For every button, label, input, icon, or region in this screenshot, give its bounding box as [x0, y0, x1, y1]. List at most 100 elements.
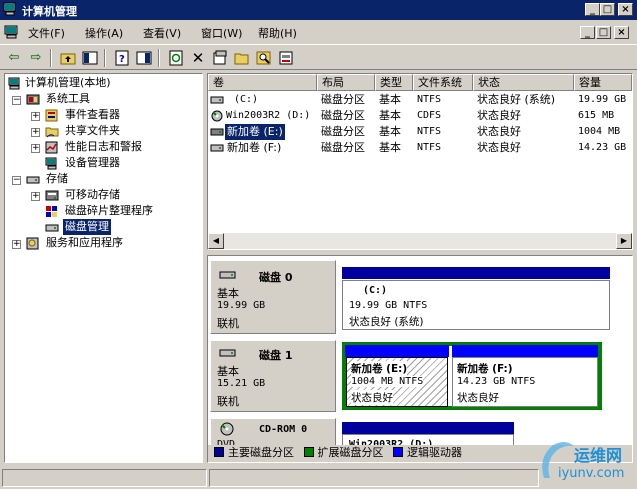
status-panel [209, 469, 539, 487]
open-folder-icon[interactable] [234, 50, 250, 66]
cell-capacity: 1004 MB [578, 126, 621, 137]
event-viewer-icon [45, 109, 58, 122]
cell-type: 基本 [379, 125, 401, 138]
cell-capacity: 14.23 GB [578, 142, 627, 153]
collapse-system-tools-toggle[interactable]: − [12, 96, 21, 105]
menu-help[interactable]: 帮助(H) [258, 25, 297, 41]
mmc-window-icon[interactable] [4, 24, 20, 40]
cell-layout: 磁盘分区 [321, 93, 365, 106]
forward-arrow-icon[interactable]: ⇨ [28, 50, 44, 66]
system-tools-icon [26, 94, 40, 105]
console-tree[interactable]: 计算机管理(本地) − 系统工具 + 事件查看器 + 共享文件夹 + 性能日志和… [4, 73, 203, 463]
search-icon[interactable] [256, 50, 272, 66]
menu-action[interactable]: 操作(A) [85, 25, 123, 41]
up-folder-icon[interactable] [60, 50, 76, 66]
menu-file[interactable]: 文件(F) [28, 25, 65, 41]
volume-status: 状态良好 [351, 390, 393, 405]
volume-name: 新加卷 (F:) [457, 363, 513, 375]
tree-root[interactable]: 计算机管理(本地) [25, 75, 111, 91]
watermark-url: iyunv.com [558, 466, 625, 481]
properties-icon[interactable] [212, 50, 228, 66]
column-header-volume[interactable]: 卷 [208, 74, 317, 91]
cell-filesystem: NTFS [417, 94, 442, 105]
legend-extended: 扩展磁盘分区 [298, 446, 384, 459]
primary-partition-bar [342, 267, 610, 279]
cell-type: 基本 [379, 93, 401, 106]
hard-disk-icon [219, 271, 236, 279]
column-header-type[interactable]: 类型 [375, 74, 413, 91]
volume-e[interactable]: 新加卷 (E:) 1004 MB NTFS 状态良好 [346, 357, 448, 407]
toolbar-separator [104, 49, 106, 67]
cell-status: 状态良好 [477, 125, 521, 138]
window-title: 计算机管理 [22, 5, 77, 18]
legend-label: 逻辑驱动器 [407, 446, 462, 459]
tree-item-device-manager[interactable]: 设备管理器 [65, 155, 120, 171]
disk-wizard-icon[interactable] [278, 50, 294, 66]
volume-list[interactable]: 卷 布局 类型 文件系统 状态 容量 (C:) 磁盘分区 基本 NTFS 状态良… [207, 73, 633, 250]
menu-view[interactable]: 查看(V) [143, 25, 181, 41]
volume-detail: 19.99 GB NTFS [349, 300, 428, 311]
column-header-capacity[interactable]: 容量 [574, 74, 632, 91]
back-arrow-icon[interactable]: ⇦ [6, 50, 22, 66]
delete-icon[interactable]: ✕ [190, 50, 206, 66]
drive-icon [210, 128, 224, 136]
disk-0-info[interactable]: 磁盘 0 基本 19.99 GB 联机 [210, 260, 336, 334]
disk-1-info[interactable]: 磁盘 1 基本 15.21 GB 联机 [210, 340, 336, 412]
expand-event-viewer-toggle[interactable]: + [31, 112, 40, 121]
toolbar: ⇦ ⇨ ? ✕ [0, 44, 637, 70]
refresh-icon[interactable] [168, 50, 184, 66]
child-restore-button[interactable]: □ [596, 26, 611, 39]
disk-name: CD-ROM 0 [259, 424, 308, 435]
cell-volume: (C:) [234, 94, 259, 105]
expand-services-toggle[interactable]: + [12, 240, 21, 249]
maximize-button[interactable]: □ [600, 3, 615, 16]
tree-item-performance-logs[interactable]: 性能日志和警报 [65, 139, 142, 155]
tree-item-defragmenter[interactable]: 磁盘碎片整理程序 [65, 203, 153, 219]
volume-f[interactable]: 新加卷 (F:) 14.23 GB NTFS 状态良好 [452, 357, 598, 407]
logical-drive-bar [345, 345, 449, 357]
minimize-button[interactable]: _ [585, 3, 600, 16]
show-hide-tree-icon[interactable] [82, 50, 98, 66]
removable-storage-icon [45, 190, 59, 201]
expand-removable-storage-toggle[interactable]: + [31, 192, 40, 201]
list-horizontal-scrollbar[interactable]: ◀ ▶ [208, 233, 632, 249]
volume-c[interactable]: (C:) 19.99 GB NTFS 状态良好 (系统) [342, 280, 610, 330]
watermark-text: 运维网 [574, 446, 623, 465]
tree-item-event-viewer[interactable]: 事件查看器 [65, 107, 120, 123]
hard-disk-icon [219, 349, 236, 357]
column-header-filesystem[interactable]: 文件系统 [413, 74, 473, 91]
volume-name: (C:) [363, 285, 388, 296]
column-header-layout[interactable]: 布局 [317, 74, 375, 91]
scroll-left-arrow-icon[interactable]: ◀ [208, 233, 224, 249]
cell-layout: 磁盘分区 [321, 109, 365, 122]
tree-item-shared-folders[interactable]: 共享文件夹 [65, 123, 120, 139]
tree-item-disk-management[interactable]: 磁盘管理 [63, 219, 111, 235]
svg-text:?: ? [119, 54, 125, 65]
watermark-logo: 运维网 iyunv.com [538, 438, 634, 486]
title-bar[interactable]: 计算机管理 _ □ × [0, 0, 637, 20]
collapse-storage-toggle[interactable]: − [12, 176, 21, 185]
disk-status: 联机 [217, 317, 239, 330]
tree-item-system-tools[interactable]: 系统工具 [46, 91, 90, 107]
defragmenter-icon [46, 206, 57, 217]
disk-status: 联机 [217, 395, 239, 408]
help-icon[interactable]: ? [114, 50, 130, 66]
disk-type: 基本 [217, 287, 239, 300]
legend-swatch-extended [303, 447, 314, 457]
tree-item-storage[interactable]: 存储 [46, 171, 68, 187]
child-minimize-button[interactable]: _ [580, 26, 595, 39]
tree-item-removable-storage[interactable]: 可移动存储 [65, 187, 120, 203]
tree-item-services-apps[interactable]: 服务和应用程序 [46, 235, 123, 251]
menu-window[interactable]: 窗口(W) [201, 25, 242, 41]
legend-swatch-logical [393, 447, 403, 457]
cell-type: 基本 [379, 141, 401, 154]
column-header-status[interactable]: 状态 [473, 74, 574, 91]
scroll-right-arrow-icon[interactable]: ▶ [616, 233, 632, 249]
properties-pane-icon[interactable] [136, 50, 152, 66]
cell-type: 基本 [379, 109, 401, 122]
disk-graphical-view[interactable]: 磁盘 0 基本 19.99 GB 联机 (C:) 19.99 GB NTFS 状… [207, 255, 633, 463]
expand-performance-logs-toggle[interactable]: + [31, 144, 40, 153]
expand-shared-folders-toggle[interactable]: + [31, 128, 40, 137]
close-button[interactable]: × [618, 3, 633, 16]
child-close-button[interactable]: × [614, 26, 629, 39]
